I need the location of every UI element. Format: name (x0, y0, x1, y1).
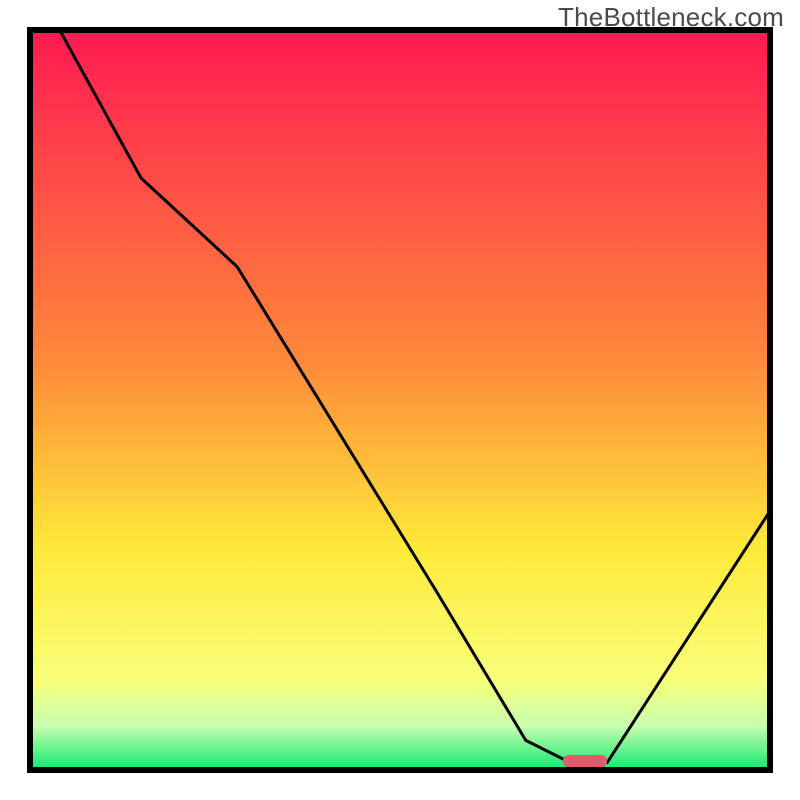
bottleneck-chart: TheBottleneck.com (0, 0, 800, 800)
watermark-text: TheBottleneck.com (558, 2, 784, 33)
optimal-marker (563, 755, 607, 767)
chart-svg (0, 0, 800, 800)
plot-background (30, 30, 770, 770)
